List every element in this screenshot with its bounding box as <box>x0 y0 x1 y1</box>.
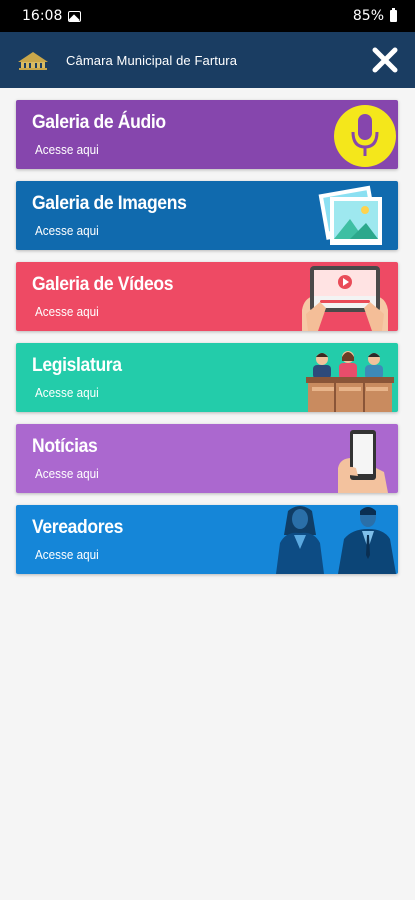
chamber-logo <box>18 52 48 70</box>
menu-card-audio-gallery[interactable]: Galeria de Áudio Acesse aqui <box>16 100 398 169</box>
card-subtitle: Acesse aqui <box>35 385 99 400</box>
battery-icon <box>390 8 397 22</box>
card-title: Notícias <box>32 435 98 457</box>
card-title: Legislatura <box>32 354 122 376</box>
card-subtitle: Acesse aqui <box>35 223 99 238</box>
card-subtitle: Acesse aqui <box>35 547 99 562</box>
card-title: Vereadores <box>32 516 124 538</box>
card-subtitle: Acesse aqui <box>35 466 99 481</box>
menu-card-legislature[interactable]: Legislatura Acesse aqui <box>16 343 398 412</box>
app-header: Câmara Municipal de Fartura <box>0 32 415 88</box>
image-gallery-icon <box>318 185 382 245</box>
card-title: Galeria de Imagens <box>32 192 187 214</box>
card-subtitle: Acesse aqui <box>35 304 99 319</box>
menu-card-news[interactable]: Notícias Acesse aqui <box>16 424 398 493</box>
status-bar: 16:08 85% <box>0 0 415 32</box>
status-time: 16:08 <box>22 8 63 24</box>
menu-card-councillors[interactable]: Vereadores Acesse aqui <box>16 505 398 574</box>
menu-card-image-gallery[interactable]: Galeria de Imagens Acesse aqui <box>16 181 398 250</box>
smartphone-news-icon <box>338 430 388 493</box>
microphone-icon <box>334 105 396 167</box>
video-tablet-icon <box>302 266 388 331</box>
menu-card-video-gallery[interactable]: Galeria de Vídeos Acesse aqui <box>16 262 398 331</box>
card-title: Galeria de Vídeos <box>32 273 174 295</box>
image-notification-icon <box>68 10 82 22</box>
card-subtitle: Acesse aqui <box>35 142 99 157</box>
battery-percent: 85% <box>352 8 384 24</box>
card-title: Galeria de Áudio <box>32 111 166 133</box>
close-icon <box>372 47 398 73</box>
header-title: Câmara Municipal de Fartura <box>66 52 238 68</box>
menu-list: Galeria de Áudio Acesse aqui Galeria de … <box>16 100 398 586</box>
legislators-icon <box>306 351 394 412</box>
councillors-photo-icon <box>276 506 396 574</box>
close-button[interactable] <box>365 40 405 80</box>
